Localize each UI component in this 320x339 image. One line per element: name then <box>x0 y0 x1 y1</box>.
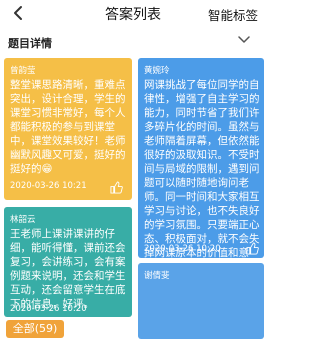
question-details-header[interactable]: 题目详情 <box>0 30 266 52</box>
card-date: 2020-03-26 10:20 <box>144 244 221 254</box>
smart-tags-button[interactable]: 智能标签 <box>208 5 258 24</box>
answer-card[interactable]: 谢倩斐 <box>138 263 264 339</box>
answer-card[interactable]: 林韶云 王老师上课讲课讲的仔细，能听得懂，课前还会复习，会讲练习，会有案例题来说… <box>4 207 132 317</box>
answer-card[interactable]: 黄婉玲 网课挑战了每位同学的自律性，增强了自主学习的能力，同时节省了我们许多碎片… <box>138 58 264 258</box>
thumbs-up-icon[interactable] <box>110 181 123 194</box>
card-author: 林韶云 <box>10 215 36 225</box>
card-content: 王老师上课讲课讲的仔细，能听得懂，课前还会复习，会讲练习，会有案例题来说明，还会… <box>10 228 126 310</box>
thumbs-up-icon[interactable] <box>246 242 259 255</box>
card-content: 整堂课思路清晰，重难点突出，设计合理，学生的课堂习惯非常好，每个人都能积极的参与… <box>10 79 126 175</box>
chevron-down-icon[interactable] <box>238 35 250 45</box>
card-date: 2020-03-26 10:21 <box>10 181 87 191</box>
section-label: 题目详情 <box>8 37 52 50</box>
card-content: 网课挑战了每位同学的自律性，增强了自主学习的能力，同时节省了我们许多碎片化的时间… <box>144 79 260 258</box>
card-author: 曾韵莹 <box>10 66 36 76</box>
card-date: 2020-03-26 10:20 <box>10 304 87 314</box>
all-answers-button[interactable]: 全部(59) <box>6 320 64 338</box>
card-author: 谢倩斐 <box>144 271 170 281</box>
answer-card[interactable]: 曾韵莹 整堂课思路清晰，重难点突出，设计合理，学生的课堂习惯非常好，每个人都能积… <box>4 58 132 200</box>
top-bar: 答案列表 智能标签 <box>0 0 266 28</box>
card-author: 黄婉玲 <box>144 66 170 76</box>
